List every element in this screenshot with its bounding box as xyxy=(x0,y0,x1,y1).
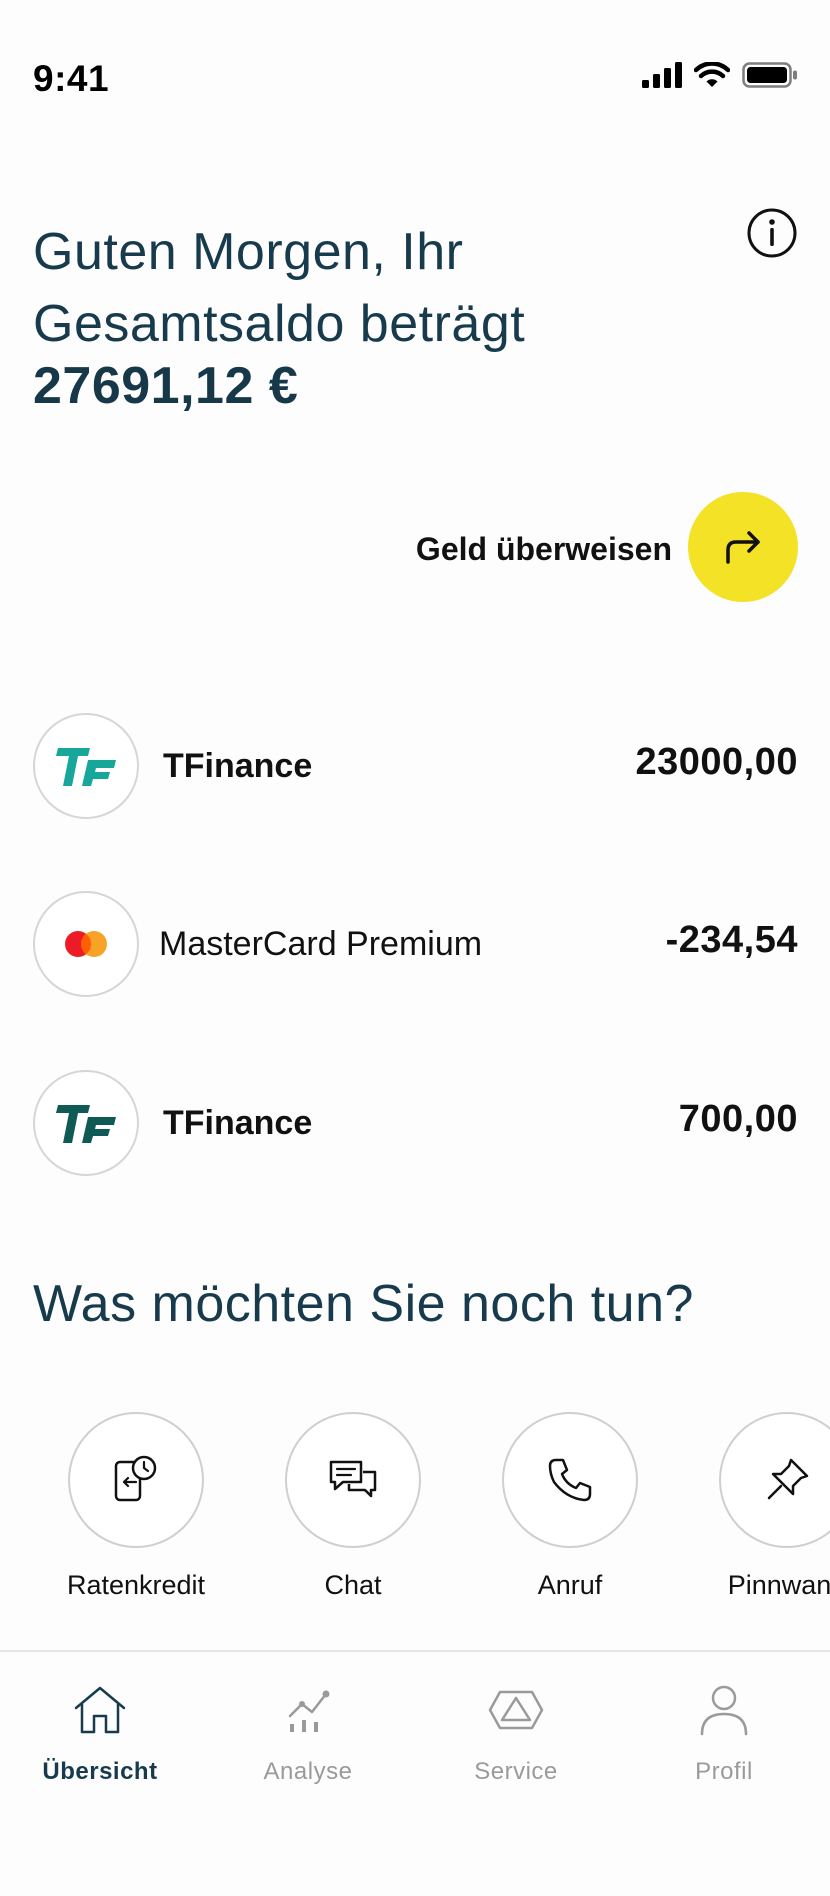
status-icons xyxy=(642,62,798,88)
account-amount: 23000,00 xyxy=(635,741,798,783)
info-icon xyxy=(747,208,797,258)
nav-label: Analyse xyxy=(263,1758,353,1785)
quick-action-circle[interactable] xyxy=(719,1412,830,1548)
home-icon xyxy=(74,1686,126,1734)
nav-label: Übersicht xyxy=(42,1758,158,1785)
info-button[interactable] xyxy=(746,207,798,259)
nav-item-profil[interactable]: Profil xyxy=(624,1678,824,1786)
greeting-line-1: Guten Morgen, Ihr xyxy=(33,223,464,281)
nav-item-uebersicht[interactable]: Übersicht xyxy=(0,1678,200,1786)
account-amount: -234,54 xyxy=(665,919,798,961)
arrow-turn-right-icon xyxy=(726,531,760,564)
quick-action-label: Ratenkredit xyxy=(66,1570,206,1600)
account-row[interactable]: TFinance 23000,00 xyxy=(33,713,798,819)
profile-icon xyxy=(700,1685,748,1736)
mastercard-logo xyxy=(33,891,139,997)
nav-item-service[interactable]: Service xyxy=(416,1678,616,1786)
account-name: TFinance xyxy=(163,747,313,785)
account-row[interactable]: MasterCard Premium -234,54 xyxy=(33,891,798,997)
account-name: TFinance xyxy=(163,1104,313,1142)
loan-phone-icon xyxy=(114,1455,157,1502)
quick-action-ratenkredit[interactable]: Ratenkredit xyxy=(36,1412,236,1601)
service-triangle-icon xyxy=(488,1690,544,1730)
wifi-icon xyxy=(694,62,730,87)
nav-item-analyse[interactable]: Analyse xyxy=(208,1678,408,1786)
account-name: MasterCard Premium xyxy=(159,925,483,963)
pin-icon xyxy=(767,1458,809,1500)
account-amount: 700,00 xyxy=(678,1098,798,1140)
quick-action-label: Pinnwand xyxy=(727,1570,830,1600)
greeting: Guten Morgen, Ihr Gesamtsaldo beträgt xyxy=(33,216,733,360)
total-balance: 27691,12 € xyxy=(33,357,299,415)
quick-action-label: Chat xyxy=(324,1570,382,1600)
tfinance-logo xyxy=(33,1070,139,1176)
account-row[interactable]: TFinance 700,00 xyxy=(33,1070,798,1176)
quick-action-chat[interactable]: Chat xyxy=(253,1412,453,1601)
quick-action-circle[interactable] xyxy=(68,1412,204,1548)
nav-label: Profil xyxy=(695,1758,753,1785)
phone-icon xyxy=(548,1458,592,1502)
nav-label: Service xyxy=(474,1758,558,1785)
transfer-label[interactable]: Geld überweisen xyxy=(416,531,672,568)
quick-action-pinnwand[interactable]: Pinnwand xyxy=(687,1412,830,1601)
tfinance-logo xyxy=(33,713,139,819)
quick-action-label: Anruf xyxy=(537,1570,603,1600)
analytics-icon xyxy=(288,1690,330,1732)
quick-actions-carousel[interactable]: Ratenkredit Chat Anruf Pinnwand xyxy=(0,1412,830,1612)
bottom-nav: Übersicht Analyse Service Profil xyxy=(0,1650,830,1820)
greeting-line-2: Gesamtsaldo beträgt xyxy=(33,295,526,353)
chat-bubbles-icon xyxy=(329,1460,377,1498)
quick-action-circle[interactable] xyxy=(285,1412,421,1548)
status-bar: 9:41 xyxy=(0,0,830,160)
quick-action-circle[interactable] xyxy=(502,1412,638,1548)
cellular-signal-icon xyxy=(642,62,682,88)
quick-action-anruf[interactable]: Anruf xyxy=(470,1412,670,1601)
status-time: 9:41 xyxy=(33,58,110,99)
section-title: Was möchten Sie noch tun? xyxy=(33,1275,694,1333)
transfer-button[interactable] xyxy=(688,492,798,602)
battery-icon xyxy=(742,62,797,88)
